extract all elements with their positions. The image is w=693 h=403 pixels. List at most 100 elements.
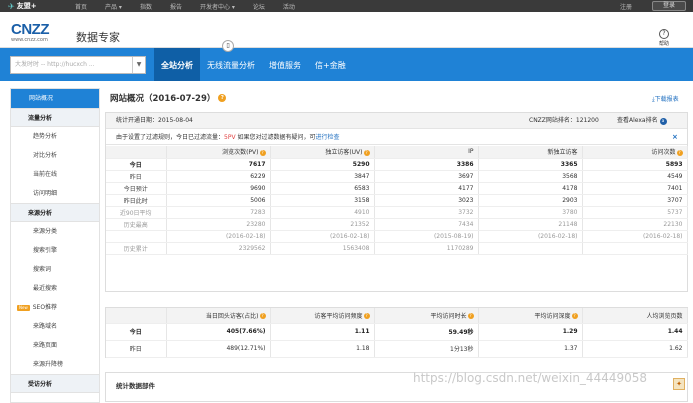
table-cell: (2016-02-18): [166, 230, 271, 243]
help-label: 帮助: [659, 41, 670, 47]
help-question-icon[interactable]: ?: [259, 313, 266, 320]
tab-label: 增值服务: [269, 61, 301, 70]
sidebar-item-label: 流量分析: [28, 115, 53, 122]
column-header-label: 平均访问深度: [534, 312, 571, 320]
help-question-icon[interactable]: ?: [259, 149, 266, 156]
table-cell: 22130: [582, 218, 688, 231]
cnzz-logo[interactable]: CNZZ www.cnzz.com: [11, 22, 50, 43]
sidebar-item-label: 最近搜索: [33, 285, 58, 292]
column-header-label: IP: [468, 148, 474, 156]
table-cell: 9690: [166, 182, 271, 195]
sidebar-item[interactable]: New SEO推荐: [11, 298, 99, 317]
help-question-icon[interactable]: ?: [571, 313, 578, 320]
table-cell: (2015-08-19): [374, 230, 479, 243]
table-cell: 3697: [374, 170, 479, 183]
sidebar-item[interactable]: 对比分析: [11, 146, 99, 165]
help-question-icon[interactable]: ?: [676, 149, 683, 156]
row-label: 历史累计: [106, 242, 167, 255]
sidebar-item[interactable]: 来路页面: [11, 336, 99, 355]
table-cell: 5893: [582, 158, 688, 171]
row-label: 昨日此时: [106, 194, 167, 207]
table-cell: 5290: [270, 158, 375, 171]
tab-3[interactable]: 信+金融: [308, 48, 353, 81]
column-header: 人均浏览页数: [582, 308, 688, 324]
umeng-logo[interactable]: ✈ 友盟+: [8, 1, 37, 11]
sparkle-icon[interactable]: ✦: [673, 378, 685, 390]
top-nav-link[interactable]: 产品 ▾: [105, 2, 122, 11]
chevron-down-icon[interactable]: ▼: [132, 57, 145, 73]
overview-panel: 统计开通日期：2015-08-04 CNZZ网站排名：121200 查看Alex…: [105, 112, 688, 321]
filter-warning-prefix: 由于设置了过滤规则，今日已过滤流量：: [116, 134, 225, 141]
page-title-text: 网站概况（2016-07-29）: [110, 94, 216, 104]
table-cell: 6583: [270, 182, 375, 195]
sidebar-item[interactable]: 来源分析: [11, 203, 99, 222]
table-cell: 4178: [478, 182, 583, 195]
help-question-icon[interactable]: ?: [363, 149, 370, 156]
site-select-input[interactable]: 大发时时 -- http://hucxch ... ▼: [10, 56, 146, 74]
site-header: CNZZ www.cnzz.com 数据专家 ? 帮助: [0, 12, 693, 48]
tab-label: 信+金融: [315, 61, 346, 70]
sidebar-item-label: 搜索词: [33, 266, 52, 273]
sidebar-item[interactable]: 访问明细: [11, 184, 99, 203]
top-nav-link[interactable]: 活动: [283, 2, 295, 11]
row-label: 昨日: [106, 340, 167, 358]
umeng-bird-icon: ✈: [8, 1, 15, 11]
help-button[interactable]: ? 帮助: [659, 29, 669, 47]
column-header-label: 访问次数: [651, 149, 676, 157]
sidebar-item-label: 来路域名: [33, 323, 58, 330]
table-cell: 405(7.66%): [166, 323, 271, 341]
new-badge: New: [17, 304, 30, 311]
tab-2[interactable]: 增值服务: [262, 48, 308, 81]
help-question-icon[interactable]: ?: [363, 313, 370, 320]
sidebar-item-label: 来源升降榜: [33, 361, 64, 368]
sidebar-item[interactable]: 搜索引擎: [11, 241, 99, 260]
sidebar-item[interactable]: 最近搜索: [11, 279, 99, 298]
table-cell: 1.29: [478, 323, 583, 341]
sidebar-item[interactable]: 流量分析: [11, 108, 99, 127]
help-question-icon[interactable]: ?: [218, 94, 227, 102]
register-link[interactable]: 注册: [620, 2, 632, 11]
login-button[interactable]: 登录: [652, 1, 686, 11]
tab-1[interactable]: 无线流量分析: [200, 48, 262, 81]
tab-0[interactable]: 全站分析 ▯: [154, 40, 234, 81]
table-row: 今日 7617 5290 3386 3365 5893: [106, 158, 688, 171]
top-nav-link[interactable]: 论坛: [253, 2, 265, 11]
sidebar-item[interactable]: 受访分析: [11, 374, 99, 393]
help-icon: ?: [659, 29, 669, 39]
filter-warning-bar: 由于设置了过滤规则，今日已过滤流量：5PV 如果您对过滤数据有疑问，可进行检查 …: [106, 130, 687, 145]
sidebar-item[interactable]: 网站概况: [11, 89, 99, 108]
sidebar-item-label: 网站概况: [29, 95, 54, 102]
filter-warning-mid: 如果您对过滤数据有疑问，可: [235, 134, 316, 141]
top-nav-link[interactable]: 报告: [170, 2, 182, 11]
table-cell: 1.11: [270, 323, 375, 341]
table-cell: 59.49秒: [374, 323, 479, 341]
sidebar-item-label: 来路页面: [33, 342, 58, 349]
sidebar-item[interactable]: 搜索词: [11, 260, 99, 279]
cnzz-rank: CNZZ网站排名：121200: [529, 117, 599, 124]
table-cell: 1.18: [270, 340, 375, 358]
check-filter-link[interactable]: 进行检查: [315, 134, 339, 141]
column-header-label: 当日回头访客(占比): [205, 312, 259, 320]
alexa-rank-link[interactable]: 查看Alexa排名 a: [617, 113, 667, 129]
table-cell: 3780: [478, 206, 583, 219]
table-cell: 4549: [582, 170, 688, 183]
sidebar-item[interactable]: 来路域名: [11, 317, 99, 336]
close-icon[interactable]: ×: [672, 130, 678, 145]
download-report-link[interactable]: ⤓下载报表: [652, 94, 679, 104]
tab-label: 无线流量分析: [207, 61, 255, 70]
sidebar-item-label: 来源分类: [33, 228, 58, 235]
table-cell: 5006: [166, 194, 271, 207]
sidebar-item[interactable]: 趋势分析: [11, 127, 99, 146]
site-select-text: 大发时时 -- http://hucxch ...: [15, 61, 95, 68]
help-question-icon[interactable]: ?: [467, 313, 474, 320]
top-nav-link[interactable]: 首页: [75, 2, 87, 11]
main-tabs: 全站分析 ▯ 无线流量分析 增值服务 信+金融: [154, 40, 353, 81]
top-nav-link[interactable]: 开发者中心 ▾: [200, 2, 235, 11]
product-title: 数据专家: [76, 31, 120, 44]
sidebar-item[interactable]: 当前在线: [11, 165, 99, 184]
sidebar-item[interactable]: 来源升降榜: [11, 355, 99, 374]
column-header-label: 新独立访客: [547, 149, 578, 157]
sidebar-item[interactable]: 来源分类: [11, 222, 99, 241]
column-header-label: 人均浏览页数: [646, 312, 683, 320]
top-nav-link[interactable]: 指数: [140, 2, 152, 11]
